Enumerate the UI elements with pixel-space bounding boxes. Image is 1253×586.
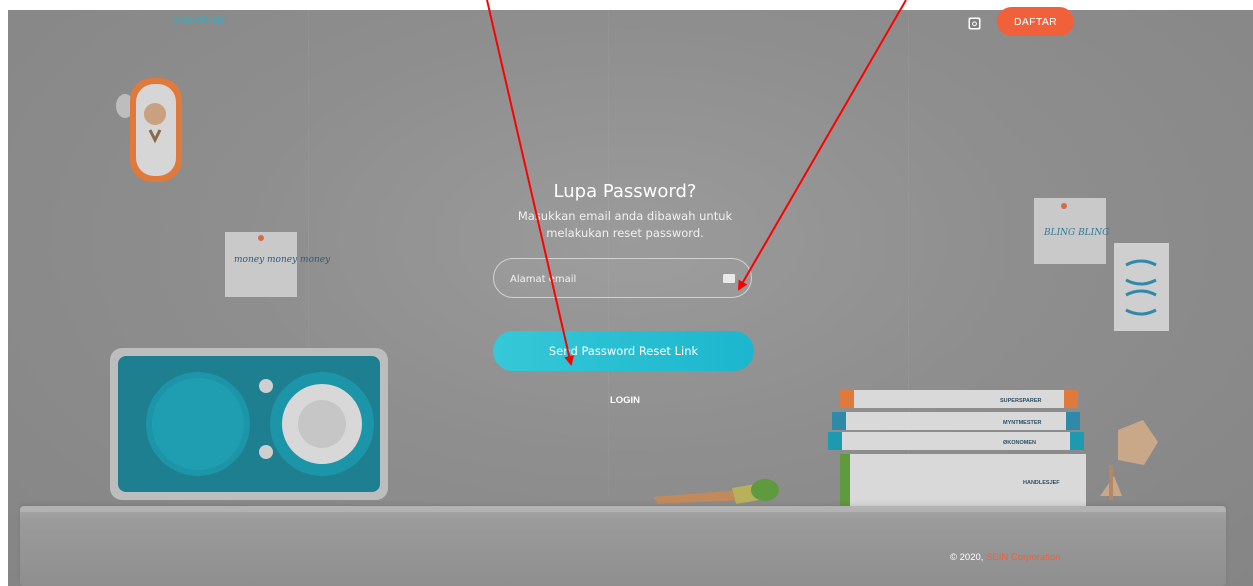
shelf: [20, 506, 1226, 586]
book-spine-title: ØKONOMEN: [1003, 440, 1036, 446]
company-link[interactable]: SEIN Corporation: [986, 552, 1060, 563]
poster-icon: [1114, 243, 1169, 331]
pencil-icon: [653, 479, 779, 504]
login-link[interactable]: LOGIN: [594, 395, 656, 406]
sticky-note-money-icon: money money money: [225, 232, 331, 297]
wooden-toy-icon: [1100, 420, 1158, 500]
book-spine-title: MYNTMESTER: [1003, 420, 1042, 426]
book-spine-title: HANDLESJEF: [1023, 480, 1060, 486]
email-input[interactable]: [508, 259, 712, 299]
cuckoo-clock-icon: [116, 78, 182, 182]
shelf-edge: [20, 506, 1226, 512]
page-title: Lupa Password?: [553, 181, 697, 202]
radio-icon: [110, 348, 388, 500]
envelope-icon: [723, 274, 735, 283]
send-reset-link-button[interactable]: Send Password Reset Link: [493, 331, 754, 371]
instagram-icon[interactable]: [968, 15, 981, 30]
books-icon: SUPERSPARER MYNTMESTER ØKONOMEN HANDLESJ…: [828, 390, 1086, 506]
footer-copyright: © 2020, SEIN Corporation: [950, 552, 1061, 563]
copyright-text: © 2020,: [950, 552, 984, 563]
sticky-note-text: BLING BLING: [1043, 228, 1109, 238]
book-spine-title: SUPERSPARER: [1000, 398, 1041, 404]
register-button[interactable]: DAFTAR: [997, 7, 1074, 36]
sticky-note-text: money money money: [234, 255, 331, 265]
sticky-note-bling-icon: BLING BLING: [1034, 198, 1109, 264]
brand-logo[interactable]: SINKRON: [172, 15, 226, 27]
email-field[interactable]: [493, 258, 752, 299]
form-description: Masukkan email anda dibawah untuk melaku…: [517, 209, 733, 240]
